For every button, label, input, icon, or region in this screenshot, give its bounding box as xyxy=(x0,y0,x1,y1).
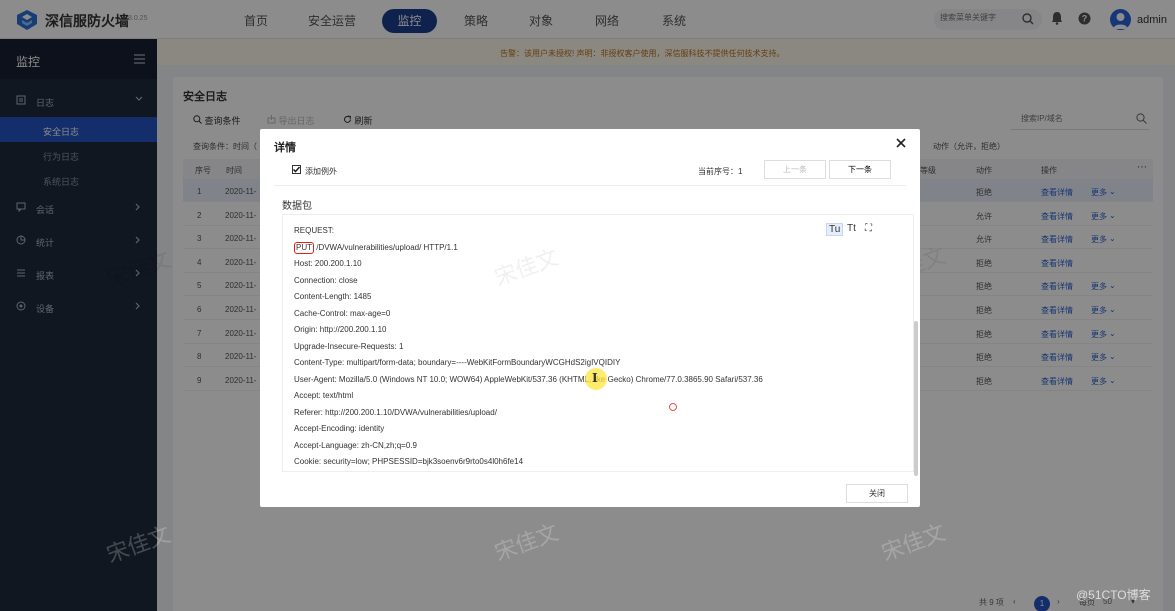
packet-header-line: Cache-Control: max-age=0 xyxy=(294,308,391,318)
packet-section-title: 数据包 xyxy=(282,201,312,212)
request-label: REQUEST: xyxy=(294,226,335,235)
detail-dialog: 详情 添加例外 当前序号：1 上一条 下一条 数据包 Tu Tt ⛶ REQUE… xyxy=(260,129,920,507)
checkmark-icon xyxy=(292,166,301,173)
packet-header-line: Accept-Encoding: identity xyxy=(294,424,385,433)
next-record-button[interactable]: 下一条 xyxy=(829,160,891,179)
format-text-size-icon[interactable]: Tt xyxy=(847,223,856,234)
dialog-title: 详情 xyxy=(274,142,296,154)
format-underline-icon[interactable]: Tu xyxy=(826,223,844,236)
packet-header-line: Accept: text/html xyxy=(294,391,354,400)
current-sequence: 当前序号：1 xyxy=(698,167,743,176)
packet-header-line: User-Agent: Mozilla/5.0 (Windows NT 10.0… xyxy=(294,374,763,384)
close-icon[interactable] xyxy=(895,137,907,149)
fullscreen-icon[interactable]: ⛶ xyxy=(865,223,872,234)
text-cursor-icon: I xyxy=(592,371,598,385)
packet-header-line: Accept-Language: zh-CN,zh;q=0.9 xyxy=(294,440,417,450)
request-line-rest: /DVWA/vulnerabilities/upload/ HTTP/1.1 xyxy=(314,242,458,252)
packet-header-line: Cookie: security=low; PHPSESSID=bjk3soen… xyxy=(294,457,524,466)
divider xyxy=(274,185,906,186)
click-indicator xyxy=(669,403,677,411)
close-button[interactable]: 关闭 xyxy=(846,484,908,503)
add-exception-label[interactable]: 添加例外 xyxy=(305,166,337,177)
http-method-highlight: PUT xyxy=(294,241,314,254)
scrollbar[interactable] xyxy=(914,321,918,476)
packet-header-line: Content-Type: multipart/form-data; bound… xyxy=(294,358,621,367)
packet-header-line: Referer: http://200.200.1.10/DVWA/vulner… xyxy=(294,407,497,417)
prev-record-button[interactable]: 上一条 xyxy=(764,160,826,179)
packet-header-line: Origin: http://200.200.1.10 xyxy=(294,325,387,334)
packet-header-line: Upgrade-Insecure-Requests: 1 xyxy=(294,341,404,351)
source-credit: @51CTO博客 xyxy=(1076,588,1151,602)
packet-header-line: Content-Length: 1485 xyxy=(294,292,372,301)
packet-content: Tu Tt ⛶ REQUEST: PUT /DVWA/vulnerabiliti… xyxy=(282,214,914,472)
add-exception-checkbox[interactable] xyxy=(292,165,301,174)
